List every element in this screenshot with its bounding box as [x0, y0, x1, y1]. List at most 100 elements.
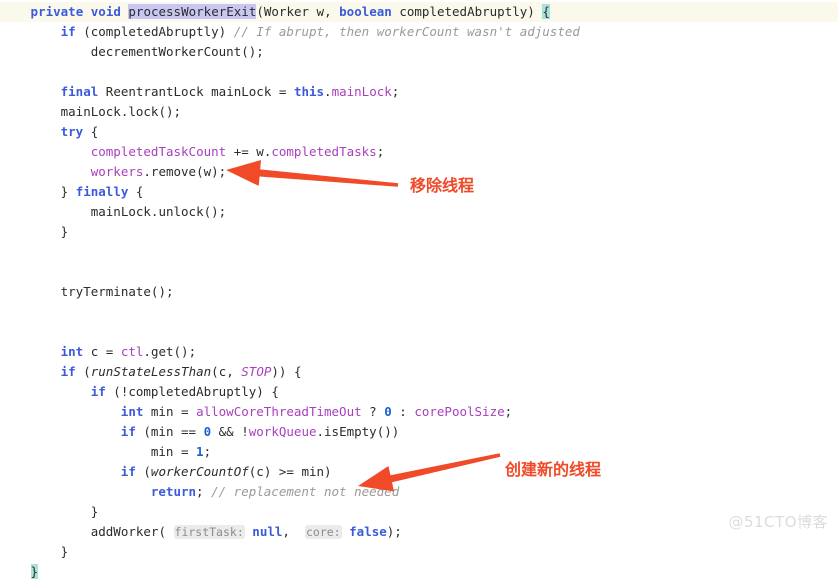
code-line[interactable]: if (completedAbruptly) // If abrupt, the…	[0, 22, 838, 42]
code-token: decrementWorkerCount();	[90, 44, 264, 59]
code-listing[interactable]: private void processWorkerExit(Worker w,…	[0, 0, 838, 582]
code-token: 0	[203, 424, 212, 439]
code-token: )) {	[271, 364, 302, 379]
code-token: ;	[504, 404, 513, 419]
code-token: workerCountOf	[150, 464, 249, 479]
code-token: }	[60, 224, 69, 239]
code-token: return	[150, 484, 197, 499]
code-token: int	[60, 344, 84, 359]
code-line[interactable]	[0, 322, 838, 342]
code-token: mainLock.unlock();	[90, 204, 227, 219]
code-token: false	[349, 524, 387, 539]
code-line[interactable]: final ReentrantLock mainLock = this.main…	[0, 82, 838, 102]
code-token: try	[60, 124, 84, 139]
code-token: addWorker(	[90, 524, 174, 539]
code-token: private	[30, 4, 84, 19]
code-token: w,	[309, 4, 340, 19]
code-line[interactable]: int c = ctl.get();	[0, 342, 838, 362]
code-token: (c) >= min)	[248, 464, 332, 479]
code-token: int	[120, 404, 144, 419]
code-token: += w.	[226, 144, 272, 159]
code-token: processWorkerExit	[128, 4, 257, 19]
code-token: workers	[90, 164, 144, 179]
code-line[interactable]: if (min == 0 && !workQueue.isEmpty())	[0, 422, 838, 442]
code-token: finally	[75, 184, 129, 199]
code-token: if	[90, 384, 106, 399]
code-editor-screenshot: private void processWorkerExit(Worker w,…	[0, 0, 838, 579]
code-token: void	[90, 4, 121, 19]
code-line[interactable]: return; // replacement not needed	[0, 482, 838, 502]
code-line[interactable]: decrementWorkerCount();	[0, 42, 838, 62]
code-token: ;	[203, 444, 212, 459]
code-token: this	[293, 84, 325, 99]
code-token: min =	[150, 444, 197, 459]
code-token: if	[120, 464, 136, 479]
code-token: .	[324, 84, 332, 99]
code-line[interactable]: }	[0, 222, 838, 242]
code-token: (	[256, 4, 264, 19]
code-token: ;	[376, 144, 385, 159]
code-token: 1	[196, 444, 204, 459]
code-line[interactable]	[0, 242, 838, 262]
code-token: );	[386, 524, 402, 539]
code-token: final	[60, 84, 99, 99]
code-line[interactable]: if (!completedAbruptly) {	[0, 382, 838, 402]
code-token: null	[252, 524, 283, 539]
code-line[interactable]: if (runStateLessThan(c, STOP)) {	[0, 362, 838, 382]
code-line[interactable]	[0, 302, 838, 322]
code-token: .isEmpty())	[316, 424, 400, 439]
code-token: }	[90, 504, 99, 519]
code-token: .remove(w);	[143, 164, 227, 179]
code-token: boolean	[339, 4, 392, 19]
code-line[interactable]: tryTerminate();	[0, 282, 838, 302]
code-line[interactable]: if (workerCountOf(c) >= min)	[0, 462, 838, 482]
code-token: .get();	[143, 344, 197, 359]
code-token: allowCoreThreadTimeOut	[196, 404, 362, 419]
code-token: runStateLessThan	[90, 364, 212, 379]
code-token: c =	[83, 344, 121, 359]
code-token: completedAbruptly)	[391, 4, 543, 19]
code-line[interactable]	[0, 62, 838, 82]
code-line[interactable]: }	[0, 542, 838, 562]
code-line[interactable]: int min = allowCoreThreadTimeOut ? 0 : c…	[0, 402, 838, 422]
code-token: completedTasks	[271, 144, 377, 159]
code-token: tryTerminate();	[60, 284, 174, 299]
code-line[interactable]: }	[0, 502, 838, 522]
code-line[interactable]: addWorker( firstTask: null, core: false)…	[0, 522, 838, 542]
code-line[interactable]: }	[0, 562, 838, 582]
code-token: {	[128, 184, 144, 199]
code-token: ;	[391, 84, 400, 99]
code-line[interactable]: mainLock.lock();	[0, 102, 838, 122]
code-token: }	[60, 184, 76, 199]
code-token: (min ==	[135, 424, 204, 439]
code-token: :	[391, 404, 415, 419]
code-line[interactable]: try {	[0, 122, 838, 142]
code-line[interactable]: private void processWorkerExit(Worker w,…	[0, 2, 838, 22]
annotation-label: 移除线程	[410, 176, 475, 195]
code-token: ReentrantLock mainLock =	[98, 84, 294, 99]
code-line[interactable]	[0, 262, 838, 282]
code-token: workQueue	[248, 424, 317, 439]
code-token: (completedAbruptly)	[75, 24, 234, 39]
code-token: if	[60, 364, 76, 379]
code-token: ;	[196, 484, 212, 499]
code-token: core:	[304, 525, 342, 539]
code-token: {	[542, 4, 550, 19]
code-token: (	[135, 464, 151, 479]
code-token: // replacement not needed	[211, 484, 400, 499]
code-token: if	[120, 424, 136, 439]
code-token: {	[83, 124, 99, 139]
code-token: 0	[384, 404, 392, 419]
code-token: ctl	[120, 344, 144, 359]
code-token: corePoolSize	[414, 404, 505, 419]
code-token: completedTaskCount	[90, 144, 227, 159]
code-line[interactable]: mainLock.unlock();	[0, 202, 838, 222]
annotation-label: 创建新的线程	[505, 460, 602, 479]
code-token: min =	[143, 404, 197, 419]
code-line[interactable]: completedTaskCount += w.completedTasks;	[0, 142, 838, 162]
code-token: mainLock	[331, 84, 392, 99]
code-token: ,	[282, 524, 305, 539]
code-line[interactable]: min = 1;	[0, 442, 838, 462]
